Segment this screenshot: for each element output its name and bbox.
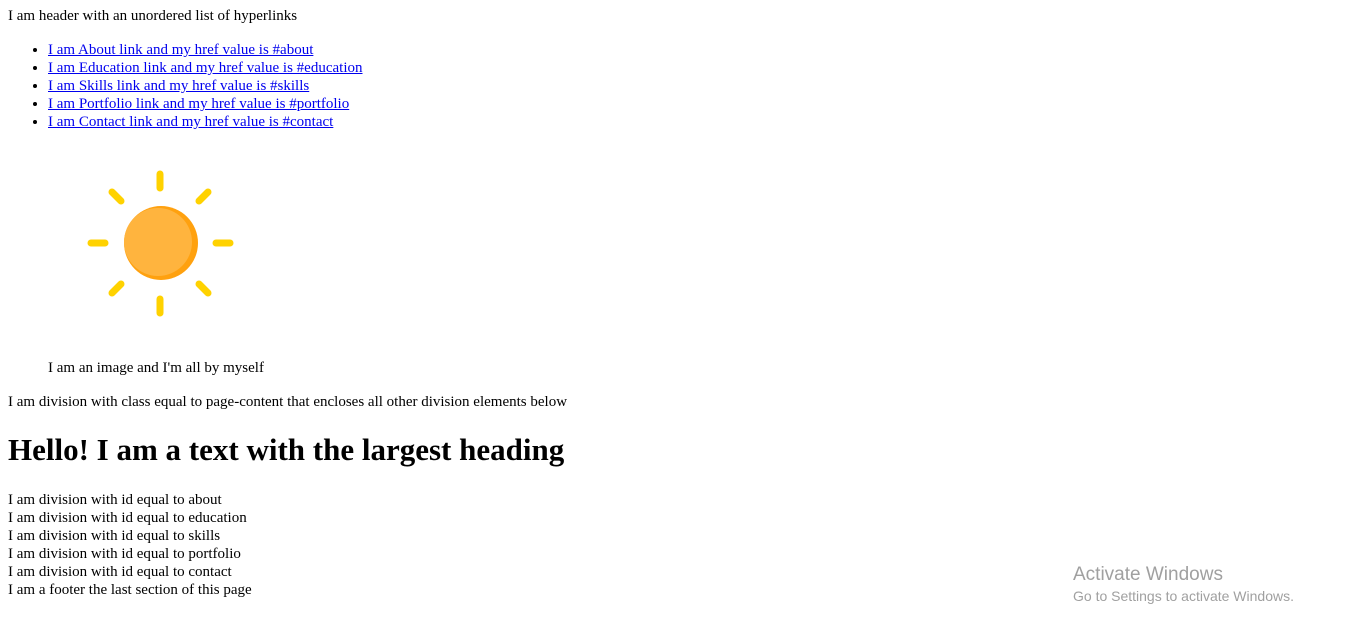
nav-item-education: I am Education link and my href value is… bbox=[48, 59, 363, 77]
nav-item-skills: I am Skills link and my href value is #s… bbox=[48, 77, 363, 95]
main-heading: Hello! I am a text with the largest head… bbox=[8, 432, 565, 467]
page-content-text: I am division with class equal to page-c… bbox=[8, 394, 568, 410]
header-text: I am header with an unordered list of hy… bbox=[8, 8, 298, 24]
nav-item-contact: I am Contact link and my href value is #… bbox=[48, 113, 363, 131]
division-portfolio: I am division with id equal to portfolio bbox=[8, 546, 241, 562]
image-caption: I am an image and I'm all by myself bbox=[48, 360, 264, 376]
watermark-title: Activate Windows bbox=[1073, 564, 1223, 585]
footer-text: I am a footer the last section of this p… bbox=[8, 582, 252, 598]
nav-list: I am About link and my href value is #ab… bbox=[8, 41, 363, 131]
activate-windows-watermark: Activate Windows Go to Settings to activ… bbox=[1073, 563, 1294, 605]
division-education: I am division with id equal to education bbox=[8, 510, 247, 526]
about-link[interactable]: I am About link and my href value is #ab… bbox=[48, 42, 313, 58]
division-list: I am division with id equal to about I a… bbox=[8, 491, 252, 599]
division-contact: I am division with id equal to contact bbox=[8, 564, 232, 580]
division-skills: I am division with id equal to skills bbox=[8, 528, 221, 544]
skills-link[interactable]: I am Skills link and my href value is #s… bbox=[48, 78, 309, 94]
nav-item-portfolio: I am Portfolio link and my href value is… bbox=[48, 95, 363, 113]
division-about: I am division with id equal to about bbox=[8, 492, 222, 508]
nav-item-about: I am About link and my href value is #ab… bbox=[48, 41, 363, 59]
education-link[interactable]: I am Education link and my href value is… bbox=[48, 60, 363, 76]
contact-link[interactable]: I am Contact link and my href value is #… bbox=[48, 114, 333, 130]
watermark-subtitle: Go to Settings to activate Windows. bbox=[1073, 588, 1294, 604]
portfolio-link[interactable]: I am Portfolio link and my href value is… bbox=[48, 96, 349, 112]
sun-icon bbox=[86, 168, 238, 320]
